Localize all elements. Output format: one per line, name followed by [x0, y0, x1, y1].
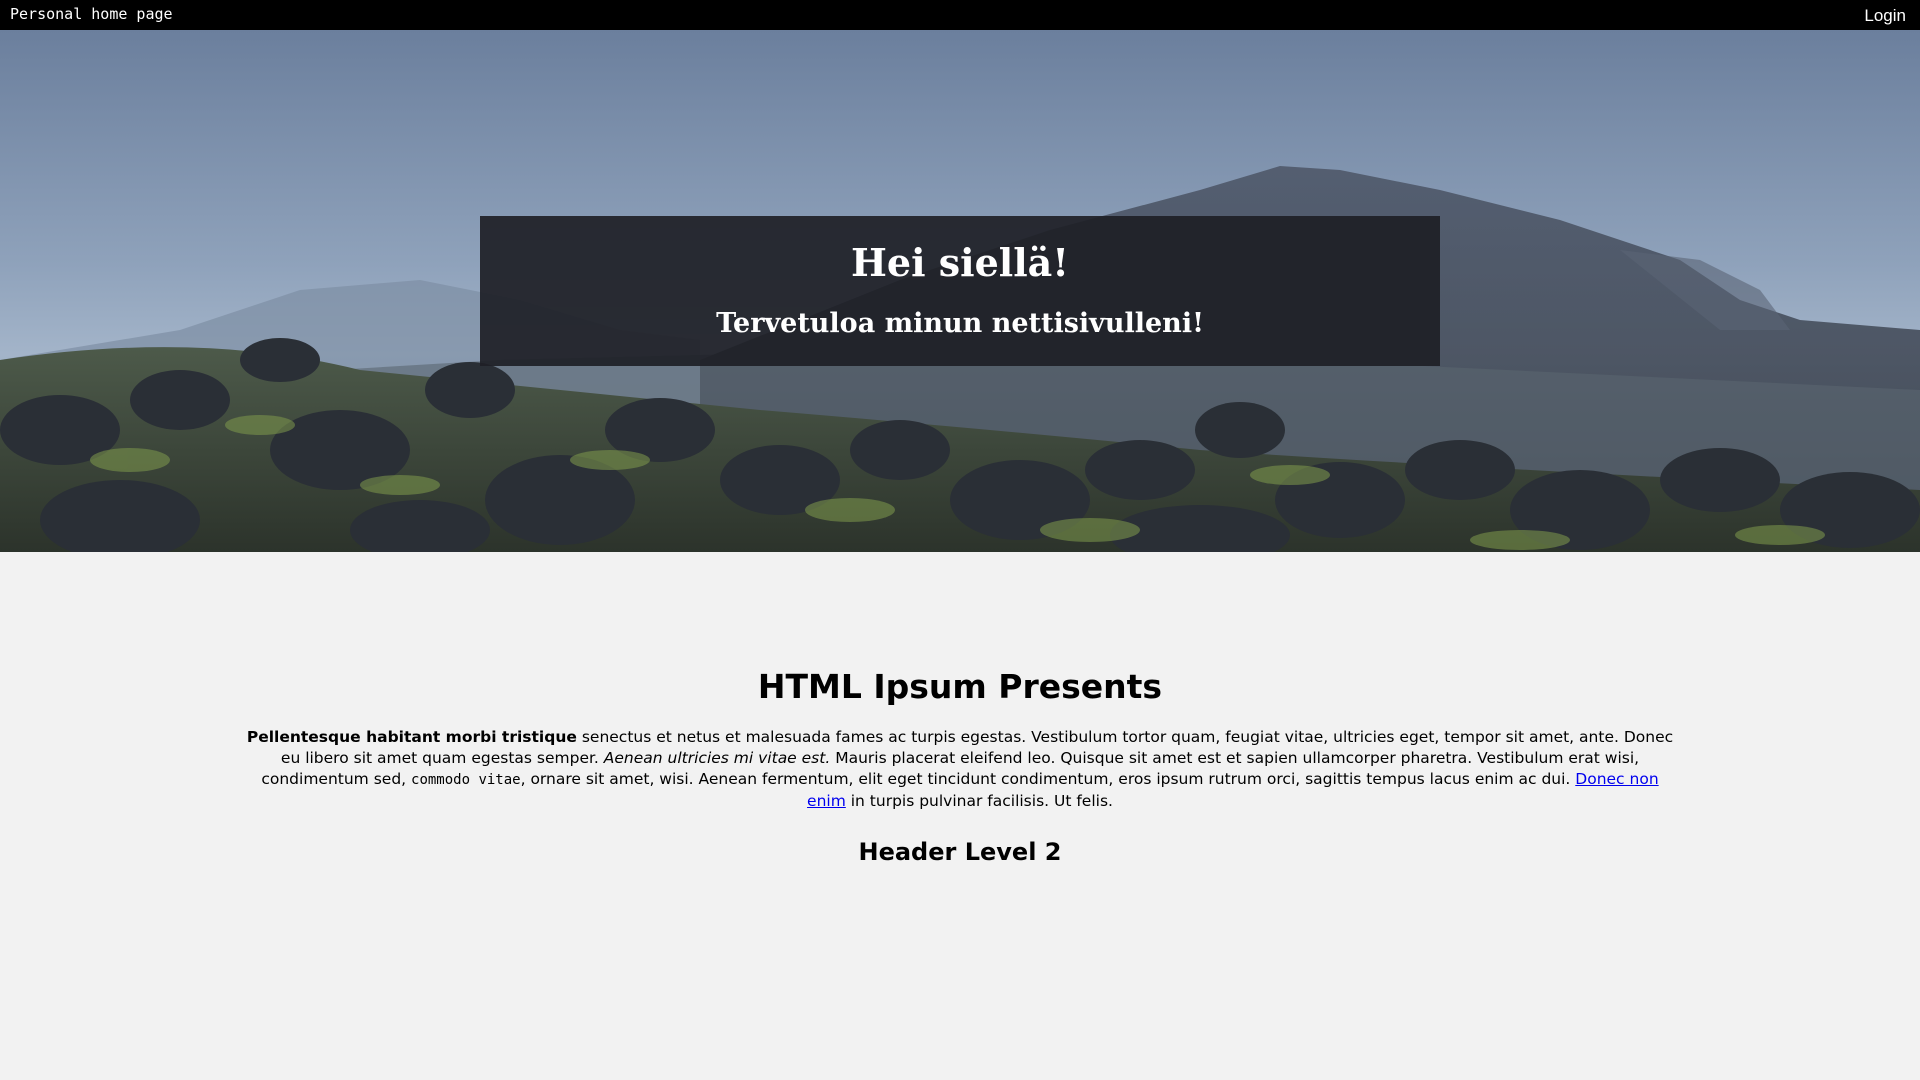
content-paragraph: Pellentesque habitant morbi tristique se…: [240, 727, 1680, 812]
paragraph-text: , ornare sit amet, wisi. Aenean fermentu…: [520, 770, 1576, 788]
welcome-subtitle: Tervetuloa minun nettisivulleni!: [716, 308, 1204, 339]
welcome-box: Hei siellä! Tervetuloa minun nettisivull…: [480, 216, 1440, 366]
content-heading: HTML Ipsum Presents: [757, 667, 1163, 706]
content-subheading: Header Level 2: [858, 838, 1062, 866]
paragraph-bold-text: Pellentesque habitant morbi tristique: [246, 728, 577, 746]
main-content: HTML Ipsum Presents Pellentesque habitan…: [240, 552, 1680, 868]
paragraph-italic-text: Aenean ultricies mi vitae est.: [603, 749, 831, 767]
top-navbar: Personal home page Login: [0, 0, 1920, 30]
paragraph-code-text: commodo vitae: [411, 772, 521, 788]
hero-banner-image: Hei siellä! Tervetuloa minun nettisivull…: [0, 30, 1920, 552]
login-link[interactable]: Login: [1864, 6, 1906, 26]
site-title[interactable]: Personal home page: [10, 5, 173, 23]
paragraph-text: in turpis pulvinar facilisis. Ut felis.: [845, 792, 1113, 810]
welcome-title: Hei siellä!: [851, 240, 1069, 285]
